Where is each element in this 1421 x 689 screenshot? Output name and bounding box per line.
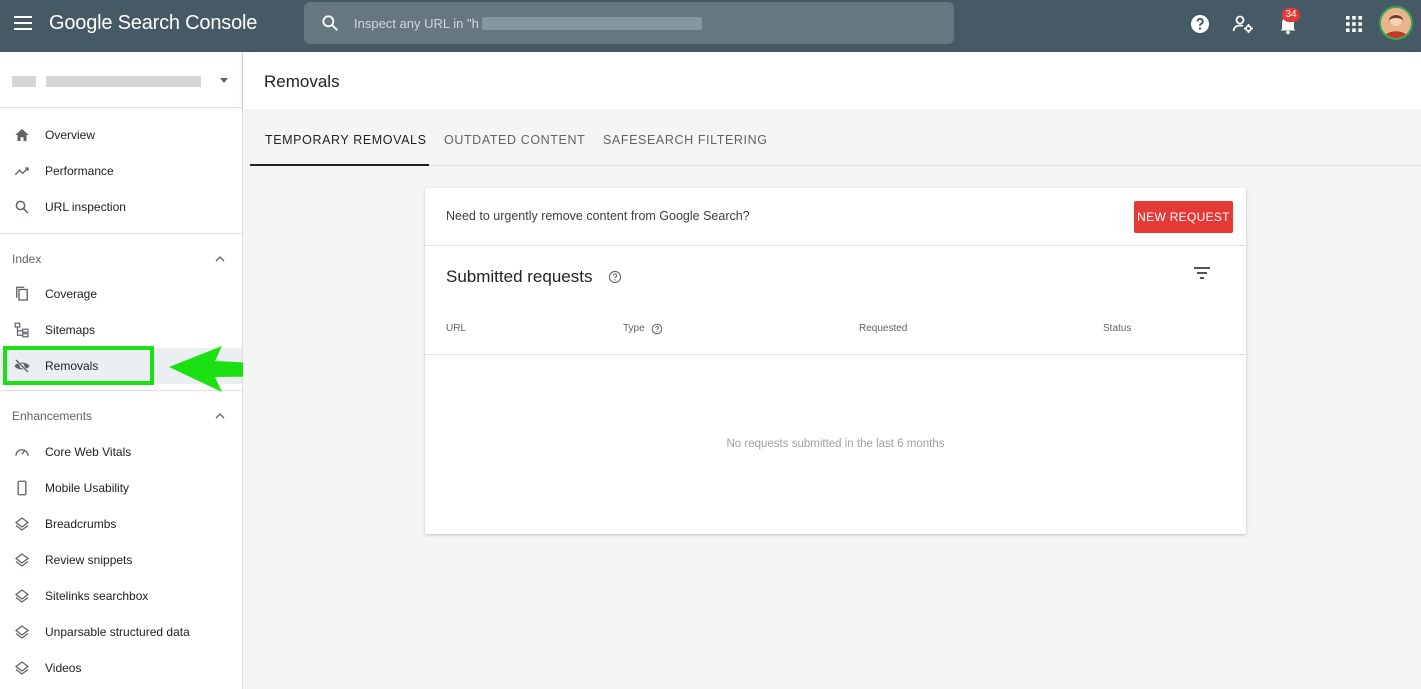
sidebar-item-label: Performance xyxy=(45,164,114,178)
sidebar-item-url-inspection[interactable]: URL inspection xyxy=(0,189,242,225)
sidebar-item-label: Mobile Usability xyxy=(45,481,130,495)
redacted-property xyxy=(46,76,201,87)
layers-icon xyxy=(14,553,30,567)
chevron-up-icon[interactable] xyxy=(214,255,226,263)
sidebar-item-review-snippets[interactable]: Review snippets xyxy=(0,542,242,578)
page-header: Removals xyxy=(243,52,1421,109)
home-icon xyxy=(15,129,29,141)
annotation-highlight-box xyxy=(3,346,154,385)
tab-temporary-removals[interactable]: TEMPORARY REMOVALS xyxy=(265,133,427,147)
sidebar-item-breadcrumbs[interactable]: Breadcrumbs xyxy=(0,506,242,542)
apps-grid-icon[interactable] xyxy=(1342,12,1366,36)
active-tab-indicator xyxy=(250,164,429,166)
sidebar-item-label: Sitemaps xyxy=(45,323,96,337)
urgent-removal-prompt: Need to urgently remove content from Goo… xyxy=(446,209,750,223)
sidebar-item-overview[interactable]: Overview xyxy=(0,117,242,153)
top-app-bar: Google Search Console 34 xyxy=(0,0,1421,52)
tab-bar: TEMPORARY REMOVALS OUTDATED CONTENT SAFE… xyxy=(250,109,1421,166)
avatar-photo xyxy=(1381,8,1411,38)
sidebar-item-unparsable-structured-data[interactable]: Unparsable structured data xyxy=(0,614,242,650)
column-header-url[interactable]: URL xyxy=(446,323,466,334)
url-inspect-search[interactable] xyxy=(304,2,954,44)
trending-up-icon xyxy=(14,167,29,176)
removals-card: Need to urgently remove content from Goo… xyxy=(425,188,1246,534)
empty-state-message: No requests submitted in the last 6 mont… xyxy=(726,438,945,450)
app-title[interactable]: Google Search Console xyxy=(49,12,257,35)
sidebar-item-label: Breadcrumbs xyxy=(45,517,117,531)
avatar[interactable] xyxy=(1379,6,1413,40)
column-header-status[interactable]: Status xyxy=(1103,323,1131,334)
sidebar-item-label: Core Web Vitals xyxy=(45,445,132,459)
user-settings-icon[interactable] xyxy=(1231,12,1255,36)
property-selector[interactable] xyxy=(0,52,242,108)
new-request-button[interactable]: NEW REQUEST xyxy=(1134,201,1233,233)
tab-outdated-content[interactable]: OUTDATED CONTENT xyxy=(444,133,585,147)
sidebar-item-mobile-usability[interactable]: Mobile Usability xyxy=(0,470,242,506)
redacted-property xyxy=(12,76,36,87)
sidebar-item-label: URL inspection xyxy=(45,200,126,214)
sidebar-item-videos[interactable]: Videos xyxy=(0,650,242,686)
chevron-up-icon[interactable] xyxy=(214,412,226,420)
sidebar-item-performance[interactable]: Performance xyxy=(0,153,242,189)
redacted-property-url xyxy=(482,17,702,30)
request-banner: Need to urgently remove content from Goo… xyxy=(425,188,1246,246)
sidebar-item-core-web-vitals[interactable]: Core Web Vitals xyxy=(0,434,242,470)
menu-icon[interactable] xyxy=(14,14,32,32)
layers-icon xyxy=(14,625,30,639)
sidebar-item-label: Sitelinks searchbox xyxy=(45,589,149,603)
main-content: TEMPORARY REMOVALS OUTDATED CONTENT SAFE… xyxy=(243,109,1421,689)
dropdown-caret-icon xyxy=(220,78,228,83)
help-circle-icon[interactable] xyxy=(651,323,663,335)
sitemap-icon xyxy=(14,322,29,338)
help-circle-icon[interactable] xyxy=(608,270,622,284)
section-label-enhancements: Enhancements xyxy=(12,409,93,423)
table-header-divider xyxy=(425,354,1246,355)
submitted-requests-title: Submitted requests xyxy=(446,267,593,286)
page-title: Removals xyxy=(264,72,340,91)
sidebar-item-label: Unparsable structured data xyxy=(45,625,190,639)
layers-icon xyxy=(14,661,30,675)
layers-icon xyxy=(14,589,30,603)
layers-icon xyxy=(14,517,30,531)
sidebar-item-label: Coverage xyxy=(45,287,98,301)
column-header-type[interactable]: Type xyxy=(623,323,645,334)
tab-safesearch-filtering[interactable]: SAFESEARCH FILTERING xyxy=(603,133,768,147)
coverage-icon xyxy=(16,286,28,301)
filter-icon[interactable] xyxy=(1193,266,1211,280)
notification-badge: 34 xyxy=(1282,8,1300,22)
speed-gauge-icon xyxy=(15,449,29,456)
section-label-index: Index xyxy=(12,252,42,266)
search-icon xyxy=(15,200,29,214)
sidebar-item-label: Review snippets xyxy=(45,553,133,567)
phone-icon xyxy=(17,480,27,496)
help-icon[interactable] xyxy=(1188,12,1212,36)
column-header-requested[interactable]: Requested xyxy=(859,323,907,334)
sidebar-item-label: Overview xyxy=(45,128,96,142)
sidebar-item-sitelinks-searchbox[interactable]: Sitelinks searchbox xyxy=(0,578,242,614)
divider xyxy=(0,233,242,234)
sidebar-item-coverage[interactable]: Coverage xyxy=(0,276,242,312)
sidebar-item-label: Videos xyxy=(45,661,82,675)
search-icon xyxy=(322,15,338,31)
